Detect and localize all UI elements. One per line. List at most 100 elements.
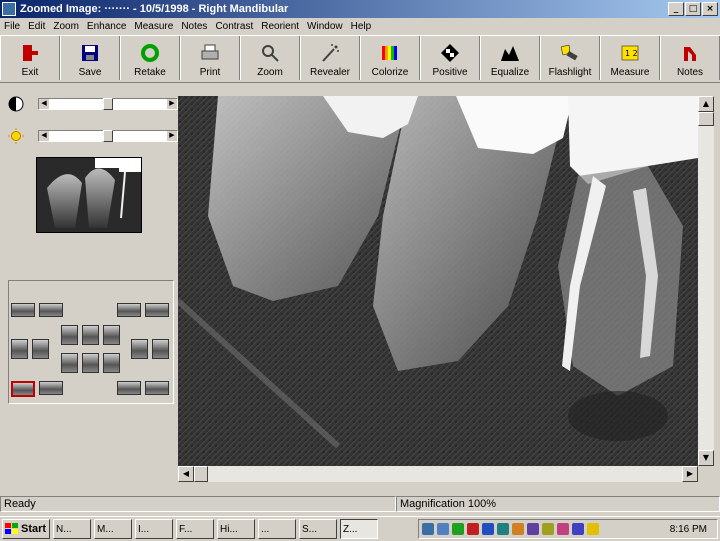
contrast-slider-thumb[interactable] xyxy=(103,98,113,110)
brightness-slider-thumb[interactable] xyxy=(103,130,113,142)
zoom-button[interactable]: Zoom xyxy=(240,36,300,80)
tray-app-icon[interactable] xyxy=(467,523,479,535)
tray-app-icon[interactable] xyxy=(452,523,464,535)
image-preview-thumbnail[interactable] xyxy=(36,157,142,233)
menu-contrast[interactable]: Contrast xyxy=(211,21,257,32)
tray-app-icon[interactable] xyxy=(587,523,599,535)
save-button[interactable]: Save xyxy=(60,36,120,80)
tray-app-icon[interactable] xyxy=(542,523,554,535)
series-thumbnail[interactable] xyxy=(11,339,28,359)
taskbar-button[interactable]: Hi... xyxy=(217,519,255,539)
retake-button[interactable]: Retake xyxy=(120,36,180,80)
clock: 8:16 PM xyxy=(669,523,707,535)
brightness-left-arrow[interactable]: ◀ xyxy=(39,131,49,141)
series-thumbnail[interactable] xyxy=(103,353,120,373)
scroll-right-button[interactable]: ▶ xyxy=(682,466,698,482)
scroll-up-button[interactable]: ▲ xyxy=(698,96,714,112)
series-thumbnail[interactable] xyxy=(82,353,99,373)
vertical-scroll-thumb[interactable] xyxy=(698,112,714,126)
ruler-icon: 1 2 xyxy=(619,43,641,63)
close-button[interactable]: × xyxy=(702,2,718,16)
toolbar: Exit Save Retake Print Zoom Revealer Col… xyxy=(0,35,720,83)
series-thumbnail[interactable] xyxy=(103,325,120,345)
vertical-scrollbar[interactable]: ▲ ▼ xyxy=(698,96,714,466)
app-icon xyxy=(2,2,16,16)
start-button[interactable]: Start xyxy=(2,519,50,539)
color-bars-icon xyxy=(379,43,401,63)
series-thumbnail[interactable] xyxy=(32,339,49,359)
series-thumbnail[interactable] xyxy=(145,381,169,395)
flashlight-button[interactable]: Flashlight xyxy=(540,36,600,80)
revealer-button[interactable]: Revealer xyxy=(300,36,360,80)
series-thumbnail[interactable] xyxy=(61,353,78,373)
contrast-slider-row: ◀ ▶ xyxy=(8,96,178,112)
status-text: Ready xyxy=(0,496,396,512)
colorize-button[interactable]: Colorize xyxy=(360,36,420,80)
svg-text:1 2: 1 2 xyxy=(625,49,638,58)
series-thumbnail[interactable] xyxy=(117,381,141,395)
contrast-slider[interactable]: ◀ ▶ xyxy=(38,98,178,110)
series-thumbnail[interactable] xyxy=(131,339,148,359)
tray-app-icon[interactable] xyxy=(557,523,569,535)
wand-icon xyxy=(319,43,341,63)
tray-app-icon[interactable] xyxy=(497,523,509,535)
tray-app-icon[interactable] xyxy=(512,523,524,535)
exit-button[interactable]: Exit xyxy=(0,36,60,80)
tray-app-icon[interactable] xyxy=(527,523,539,535)
contrast-right-arrow[interactable]: ▶ xyxy=(167,99,177,109)
notes-button[interactable]: Notes xyxy=(660,36,720,80)
brightness-right-arrow[interactable]: ▶ xyxy=(167,131,177,141)
floppy-disk-icon xyxy=(79,43,101,63)
taskbar-button-active[interactable]: Z... xyxy=(340,519,378,539)
series-thumbnail[interactable] xyxy=(82,325,99,345)
positive-button[interactable]: Positive xyxy=(420,36,480,80)
menu-reorient[interactable]: Reorient xyxy=(257,21,303,32)
menu-edit[interactable]: Edit xyxy=(24,21,49,32)
taskbar-button[interactable]: ... xyxy=(258,519,296,539)
equalize-button[interactable]: Equalize xyxy=(480,36,540,80)
series-thumbnail[interactable] xyxy=(39,303,63,317)
printer-icon xyxy=(199,43,221,63)
taskbar-button[interactable]: N... xyxy=(53,519,91,539)
contrast-left-arrow[interactable]: ◀ xyxy=(39,99,49,109)
taskbar-button[interactable]: M... xyxy=(94,519,132,539)
taskbar: Start N... M... I... F... Hi... ... S...… xyxy=(0,516,720,541)
menu-window[interactable]: Window xyxy=(303,21,347,32)
menu-notes[interactable]: Notes xyxy=(177,21,211,32)
maximize-button[interactable]: □ xyxy=(685,2,701,16)
menu-zoom[interactable]: Zoom xyxy=(49,21,83,32)
scroll-down-button[interactable]: ▼ xyxy=(698,450,714,466)
scroll-left-button[interactable]: ◀ xyxy=(178,466,194,482)
brightness-slider-row: ◀ ▶ xyxy=(8,128,178,144)
tray-app-icon[interactable] xyxy=(482,523,494,535)
notes-icon xyxy=(679,43,701,63)
taskbar-button[interactable]: S... xyxy=(299,519,337,539)
xray-image-viewer[interactable] xyxy=(178,96,698,466)
series-thumbnail[interactable] xyxy=(152,339,169,359)
positive-icon xyxy=(439,43,461,63)
print-button[interactable]: Print xyxy=(180,36,240,80)
system-tray: 8:16 PM xyxy=(418,519,718,539)
tray-app-icon[interactable] xyxy=(572,523,584,535)
horizontal-scrollbar[interactable]: ◀ ▶ xyxy=(178,466,698,482)
menu-enhance[interactable]: Enhance xyxy=(83,21,130,32)
series-thumbnail-selected[interactable] xyxy=(11,381,35,397)
series-thumbnail[interactable] xyxy=(117,303,141,317)
menu-measure[interactable]: Measure xyxy=(130,21,177,32)
tray-app-icon[interactable] xyxy=(437,523,449,535)
window-title: Zoomed Image: ······· - 10/5/1998 - Righ… xyxy=(20,3,289,15)
measure-button[interactable]: 1 2 Measure xyxy=(600,36,660,80)
brightness-slider[interactable]: ◀ ▶ xyxy=(38,130,178,142)
series-thumbnail[interactable] xyxy=(11,303,35,317)
menu-file[interactable]: File xyxy=(0,21,24,32)
taskbar-button[interactable]: I... xyxy=(135,519,173,539)
series-thumbnail[interactable] xyxy=(61,325,78,345)
histogram-icon xyxy=(499,43,521,63)
menu-help[interactable]: Help xyxy=(347,21,376,32)
series-thumbnail[interactable] xyxy=(145,303,169,317)
series-thumbnail[interactable] xyxy=(39,381,63,395)
taskbar-button[interactable]: F... xyxy=(176,519,214,539)
tray-network-icon[interactable] xyxy=(422,523,434,535)
horizontal-scroll-thumb[interactable] xyxy=(194,466,208,482)
minimize-button[interactable]: _ xyxy=(668,2,684,16)
